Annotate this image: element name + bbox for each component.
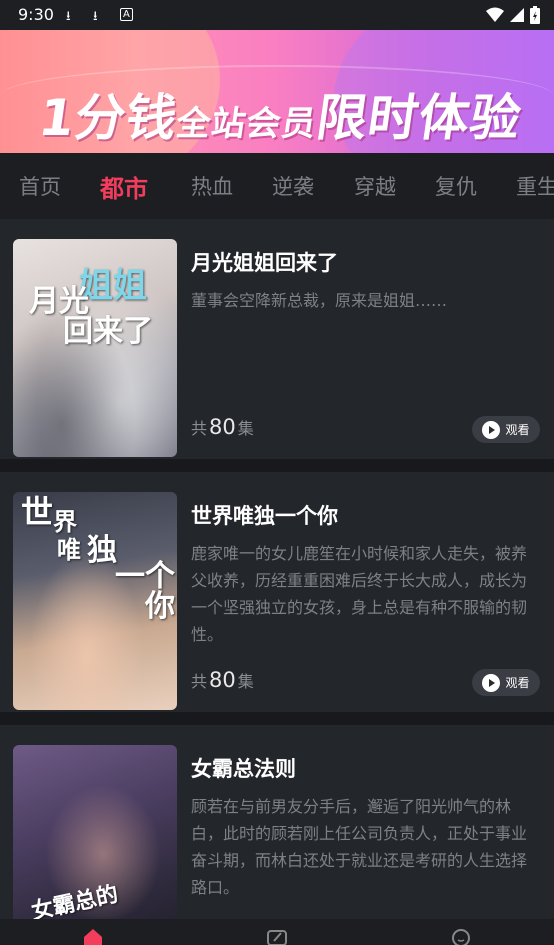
drama-card[interactable]: 姐姐 月光 回来了 月光姐姐回来了 董事会空降新总裁，原来是姐姐…… 共80 集 … <box>0 219 554 459</box>
status-icons <box>486 6 540 24</box>
wifi-icon <box>486 7 504 22</box>
drama-cover[interactable]: 姐姐 月光 回来了 <box>13 239 177 457</box>
drama-title: 世界唯独一个你 <box>191 504 338 528</box>
episode-count: 共80 集 <box>191 668 254 692</box>
watch-button[interactable]: 观看 <box>472 669 540 696</box>
profile-icon[interactable] <box>450 927 472 945</box>
status-bar: 9:30 ⭳ ⭳ A <box>0 0 554 30</box>
drama-title: 女霸总法则 <box>191 757 296 781</box>
drama-description: 董事会空降新总裁，原来是姐姐…… <box>191 291 448 310</box>
watch-button[interactable]: 观看 <box>472 416 540 443</box>
drama-list: 姐姐 月光 回来了 月光姐姐回来了 董事会空降新总裁，原来是姐姐…… 共80 集 … <box>0 219 554 919</box>
app-notification-icon: A <box>120 8 133 21</box>
category-tabs: 首页 都市 热血 逆袭 穿越 复仇 重生 <box>0 153 554 219</box>
drama-description: 鹿家唯一的女儿鹿笙在小时候和家人走失，被养父收养，历经重重困难后终于长大成人，成… <box>191 544 528 644</box>
tab-time-travel[interactable]: 穿越 <box>354 171 396 201</box>
tab-comeback[interactable]: 逆袭 <box>272 171 314 201</box>
battery-icon <box>530 6 540 24</box>
tab-hot-blood[interactable]: 热血 <box>191 171 233 201</box>
drama-cover[interactable]: 世 界 唯 独 一个 你 <box>13 492 177 710</box>
discover-icon[interactable] <box>266 927 288 945</box>
home-icon[interactable] <box>82 927 104 945</box>
signal-icon <box>510 8 524 22</box>
status-time: 9:30 <box>18 5 54 24</box>
drama-card[interactable]: 女霸总的 女霸总法则 顾若在与前男友分手后，邂逅了阳光帅气的林白，此时的顾若刚上… <box>0 725 554 919</box>
tab-revenge[interactable]: 复仇 <box>435 171 477 201</box>
tab-home[interactable]: 首页 <box>19 171 61 201</box>
drama-card[interactable]: 世 界 唯 独 一个 你 世界唯独一个你 鹿家唯一的女儿鹿笙在小时候和家人走失，… <box>0 472 554 712</box>
play-icon <box>482 420 501 439</box>
download-icon: ⭳ <box>66 9 71 24</box>
download-icon: ⭳ <box>93 9 98 24</box>
banner-text: 1分钱全站会员限时体验 <box>35 89 526 147</box>
episode-count: 共80 集 <box>191 415 254 439</box>
bottom-nav <box>0 919 554 945</box>
play-icon <box>482 673 501 692</box>
drama-description: 顾若在与前男友分手后，邂逅了阳光帅气的林白，此时的顾若刚上任公司负责人，正处于事… <box>191 797 528 897</box>
tab-rebirth[interactable]: 重生 <box>516 171 554 201</box>
tab-urban[interactable]: 都市 <box>100 169 148 204</box>
drama-cover[interactable]: 女霸总的 <box>13 745 177 919</box>
drama-title: 月光姐姐回来了 <box>191 251 338 275</box>
promo-banner[interactable]: 1分钱全站会员限时体验 <box>0 30 554 153</box>
